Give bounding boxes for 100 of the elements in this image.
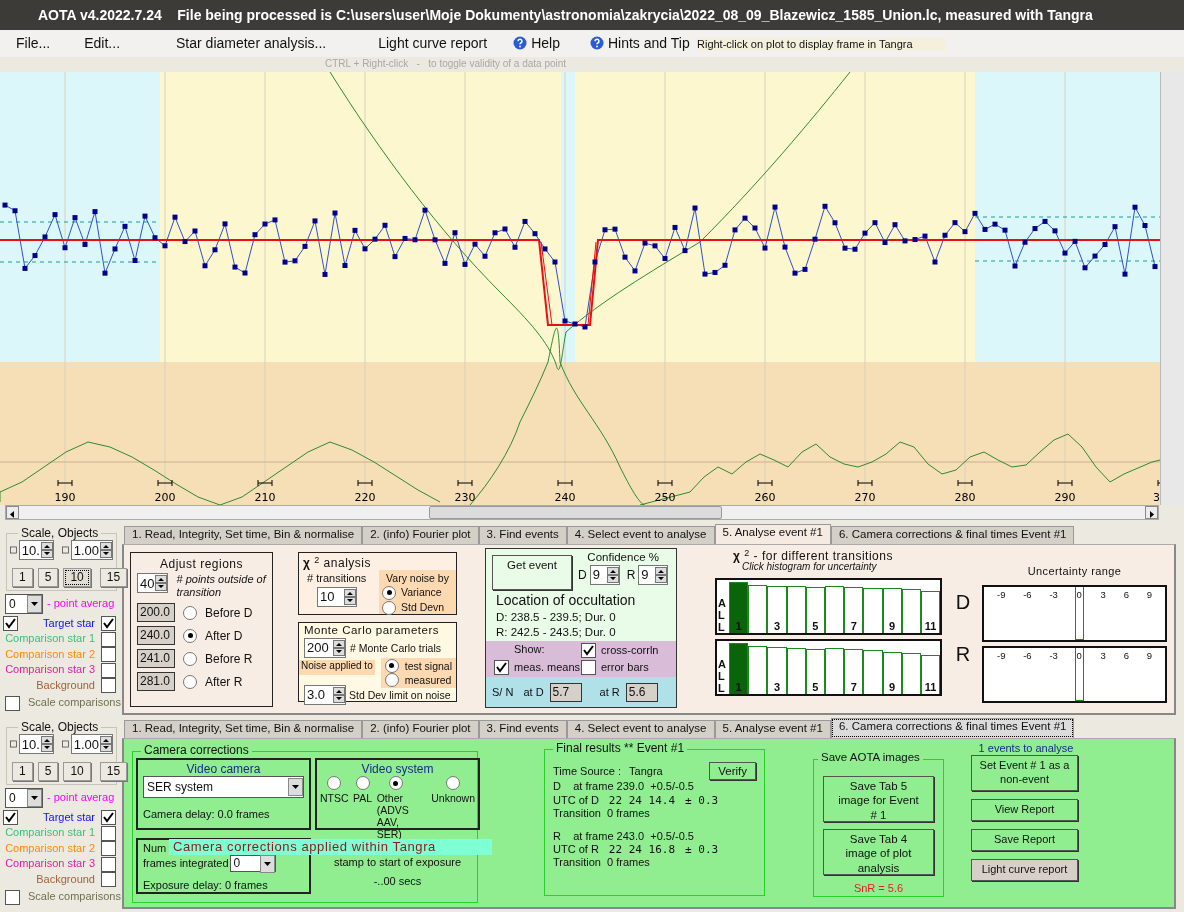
bar-label: 5 (812, 681, 819, 695)
histogram-bar[interactable]: 7 (844, 586, 864, 634)
field-label: # points outside of transition (176, 573, 266, 600)
range-tick: -9 (996, 649, 1007, 664)
tab[interactable]: 6. Camera corrections & final times Event #1 (830, 718, 1075, 738)
spin-field[interactable]: 9 (638, 564, 669, 585)
spin-field[interactable]: 9 (589, 564, 620, 585)
zoom-button[interactable]: 10 (63, 568, 91, 587)
section-title: χ $^{2}$ analysis (303, 556, 372, 571)
zoom-button[interactable]: 1 (12, 762, 33, 781)
object-label: Comparison star 1 (4, 826, 96, 840)
radio-label: Variance (401, 586, 442, 599)
menu-item[interactable]: Edit... (80, 35, 125, 52)
tab[interactable]: 3. Find events (478, 720, 567, 738)
histogram-chart[interactable]: A L L 1 3 5 7 9 11 (715, 578, 942, 636)
utc-time: 22 24 14.4 (608, 793, 676, 807)
get-event-button[interactable]: Get event (492, 555, 572, 590)
radio-label: test signal (404, 659, 452, 673)
zoom-button[interactable]: 1 (12, 568, 33, 587)
menu-item[interactable]: Star diameter analysis... (172, 35, 331, 52)
tab[interactable]: 4. Select event to analyse (566, 526, 715, 544)
result-text: Transition 0 frames (553, 806, 651, 820)
spin-field[interactable]: 1.00 (70, 540, 113, 561)
object-label: Comparison star 3 (4, 857, 96, 871)
spin-field[interactable]: 200 (304, 637, 346, 658)
range-tick: -3 (1048, 588, 1059, 603)
average-dropdown[interactable]: 0 (5, 787, 43, 808)
tab[interactable]: 2. (info) Fourier plot (362, 526, 479, 544)
bar-label: 7 (850, 681, 857, 695)
bar-label: 9 (889, 620, 896, 634)
zoom-button[interactable]: 15 (99, 762, 128, 781)
value-field[interactable]: 281.0 (137, 672, 175, 692)
verify-button[interactable]: Verify (709, 762, 756, 781)
tooltip: Right-click on plot to display frame in Tangra (697, 38, 945, 52)
action-button[interactable]: Save Report (971, 828, 1078, 851)
spin-field[interactable]: 1.00 (70, 734, 113, 755)
menu-item[interactable]: Light curve report (374, 35, 492, 52)
value-field: 5.7 (549, 682, 582, 702)
range-tick: 3 (1099, 649, 1107, 664)
zoom-button[interactable]: 5 (37, 568, 59, 587)
zoom-button[interactable]: 5 (37, 762, 59, 781)
frames-dropdown[interactable]: 0 (229, 855, 276, 873)
histogram-bar[interactable]: 3 (767, 585, 787, 634)
tab[interactable]: 1. Read, Integrity, Set time, Bin & normalise (124, 526, 363, 544)
histogram-bar[interactable]: 3 (767, 647, 787, 695)
field-label: # Monte Carlo trials (350, 641, 442, 655)
average-label: - point averag (47, 597, 115, 611)
menu-item[interactable]: Help (509, 35, 564, 52)
group-title: Scale, Objects (18, 720, 102, 735)
histogram-chart[interactable]: A L L 1 3 5 7 9 11 (715, 639, 942, 697)
radio-label: Before D (205, 605, 253, 621)
value-field[interactable]: 241.0 (137, 649, 175, 669)
axis-label: 230 (454, 491, 476, 504)
bar-label: 1 (735, 681, 742, 695)
spin-field[interactable]: 10. (18, 540, 54, 561)
spin-field[interactable]: 40 (137, 573, 169, 594)
save-button[interactable]: Save Tab 5 image for Event # 1 (823, 776, 934, 822)
spin-field[interactable]: 10. (18, 734, 54, 755)
zoom-button[interactable]: 15 (99, 568, 128, 587)
field-label: S/ N (492, 685, 514, 699)
bar-label: 9 (889, 681, 896, 695)
range-tick: 6 (1122, 649, 1130, 664)
axis-letter: L (718, 621, 726, 634)
field-label: # transitions (307, 572, 368, 586)
value-field[interactable]: 200.0 (137, 603, 175, 623)
radio-label: Unknown (431, 792, 475, 805)
histogram-bar[interactable]: 11 (920, 591, 941, 634)
tab[interactable]: 6. Camera corrections & final times Event #1 (830, 526, 1075, 544)
action-button[interactable]: Set Event # 1 as a non-event (971, 755, 1078, 791)
window-title: AOTA v4.2022.7.24 File being processed is C:\users\user\Moje Dokumenty\astronomia\zakrycia\2022_08_09_Blazewicz_1585_Union.lc, measured with Tangra (38, 6, 1093, 24)
field-label: at R (599, 685, 620, 699)
action-button[interactable]: View Report (971, 798, 1078, 821)
field-label: at D (523, 685, 544, 699)
action-button[interactable]: Light curve report (971, 858, 1078, 881)
radio-label: After D (205, 628, 243, 644)
tab[interactable]: 2. (info) Fourier plot (362, 720, 479, 738)
axis-label: 290 (1054, 491, 1076, 504)
axis-letter: A (718, 658, 727, 671)
bar-label: 11 (924, 620, 937, 634)
tab[interactable]: 5. Analyse event #1 (714, 524, 831, 544)
result-text: R at frame 243.0 +0.5/-0.5 (553, 829, 695, 844)
value-field[interactable]: 240.0 (137, 626, 175, 646)
camera-dropdown[interactable]: SER system (143, 776, 304, 799)
tab[interactable]: 5. Analyse event #1 (714, 720, 831, 738)
checkbox-label: Scale comparisons (28, 890, 121, 904)
tab[interactable]: 3. Find events (478, 526, 567, 544)
menu-item[interactable]: Hints and Tip (585, 35, 694, 52)
histogram-bar[interactable]: 7 (844, 649, 864, 695)
radio-label: measured (404, 673, 452, 687)
zoom-button[interactable]: 10 (63, 762, 91, 781)
spin-field[interactable]: 3.0 (304, 684, 346, 705)
tab[interactable]: 1. Read, Integrity, Set time, Bin & normalise (124, 720, 363, 738)
average-dropdown[interactable]: 0 (5, 593, 43, 614)
save-button[interactable]: Save Tab 4 image of plot analysis (823, 828, 934, 875)
bar-label: 7 (850, 620, 857, 634)
group-title: Save AOTA images (818, 751, 923, 765)
object-label: Target star (42, 810, 96, 825)
menu-item[interactable]: File... (12, 35, 55, 52)
tab[interactable]: 4. Select event to analyse (566, 720, 715, 738)
spin-field[interactable]: 10 (317, 586, 357, 607)
